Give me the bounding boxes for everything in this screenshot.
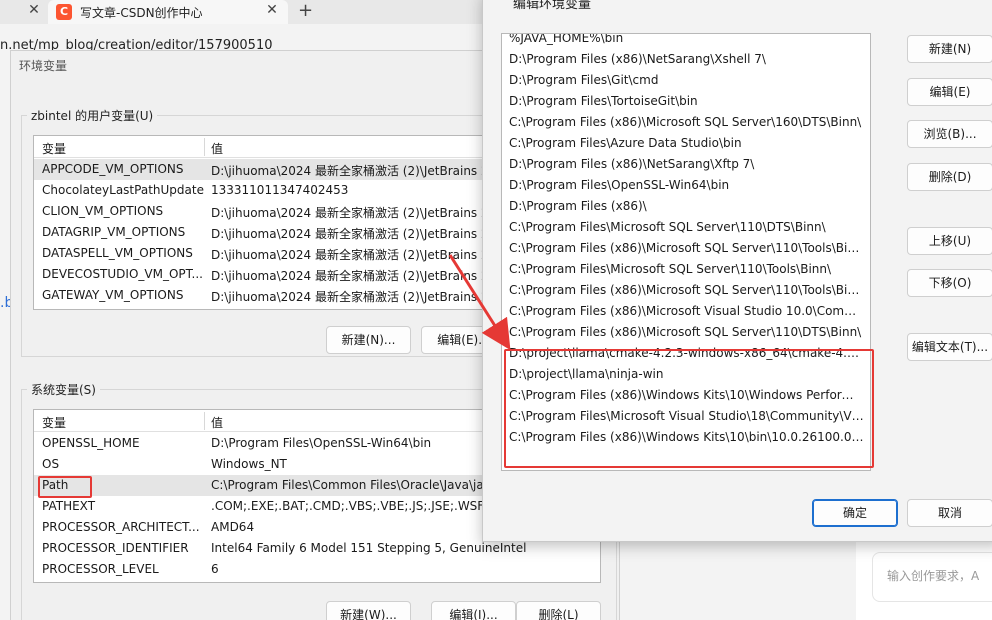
delete-entry-button[interactable]: 删除(D) [907, 163, 992, 191]
path-entry[interactable]: D:\Program Files\TortoiseGit\bin [509, 94, 864, 115]
ok-button[interactable]: 确定 [812, 499, 898, 527]
path-highlight-box [38, 476, 92, 498]
path-entry[interactable]: D:\Program Files (x86)\ [509, 199, 864, 220]
user-variables-legend: zbintel 的用户变量(U) [27, 107, 158, 124]
browse-button[interactable]: 浏览(B)... [907, 120, 992, 148]
path-entry[interactable]: C:\Program Files (x86)\Microsoft SQL Ser… [509, 325, 864, 346]
path-entry[interactable]: %JAVA_HOME%\bin [509, 34, 864, 52]
path-entry[interactable]: C:\Program Files\Microsoft SQL Server\11… [509, 262, 864, 283]
prompt-input[interactable]: 输入创作要求，A [872, 552, 992, 602]
variable-name: GATEWAY_VM_OPTIONS [42, 288, 184, 302]
path-entry[interactable]: C:\Program Files (x86)\Microsoft SQL Ser… [509, 241, 864, 262]
variable-value: 133311011347402453 [211, 183, 349, 197]
variable-name: OPENSSL_HOME [42, 436, 140, 450]
path-entry[interactable]: D:\Program Files (x86)\NetSarang\Xftp 7\ [509, 157, 864, 178]
variable-value: D:\jihuoma\2024 最新全家桶激活 (2)\JetBrains 2 [211, 227, 489, 241]
variable-value: AMD64 [211, 520, 255, 534]
variable-value: 6 [211, 562, 219, 576]
column-separator [204, 412, 205, 430]
variable-name: DATAGRIP_VM_OPTIONS [42, 225, 186, 239]
edit-text-button[interactable]: 编辑文本(T)... [907, 333, 992, 361]
variable-value: D:\jihuoma\2024 最新全家桶激活 (2)\JetBrains 2 [211, 164, 489, 178]
move-up-button[interactable]: 上移(U) [907, 227, 992, 255]
tab-title: 写文章-CSDN创作中心 [80, 6, 203, 20]
table-row[interactable]: PROCESSOR_LEVEL 6 [34, 559, 600, 580]
path-entry[interactable]: C:\Program Files (x86)\Microsoft Visual … [509, 304, 864, 325]
system-edit-button[interactable]: 编辑(I)... [431, 601, 516, 620]
column-separator [204, 138, 205, 156]
column-header-variable[interactable]: 变量 [42, 140, 66, 157]
new-tab-icon[interactable]: + [298, 0, 313, 21]
path-entry[interactable]: D:\Program Files\OpenSSL-Win64\bin [509, 178, 864, 199]
new-entry-button[interactable]: 新建(N) [907, 35, 992, 63]
variable-value: Intel64 Family 6 Model 151 Stepping 5, G… [211, 541, 527, 555]
variable-value: D:\jihuoma\2024 最新全家桶激活 (2)\JetBrains 2 [211, 290, 489, 304]
dialog-title: 环境变量 [19, 59, 68, 73]
column-header-value[interactable]: 值 [211, 414, 223, 431]
path-entry[interactable]: C:\Program Files (x86)\Microsoft SQL Ser… [509, 115, 864, 136]
variable-name: PROCESSOR_LEVEL [42, 562, 159, 576]
variable-name: OS [42, 457, 60, 471]
close-tab-icon[interactable]: ✕ [262, 2, 282, 18]
path-entry[interactable]: C:\Program Files (x86)\Microsoft SQL Ser… [509, 283, 864, 304]
column-header-variable[interactable]: 变量 [42, 414, 66, 431]
system-delete-button[interactable]: 删除(L) [516, 601, 601, 620]
system-new-button[interactable]: 新建(W)... [326, 601, 411, 620]
path-entry[interactable]: D:\Program Files (x86)\NetSarang\Xshell … [509, 52, 864, 73]
variable-value: D:\Program Files\OpenSSL-Win64\bin [211, 436, 432, 450]
system-variables-legend: 系统变量(S) [27, 381, 100, 398]
new-paths-highlight-box [504, 349, 874, 468]
move-down-button[interactable]: 下移(O) [907, 269, 992, 297]
browser-tab-csdn[interactable]: C 写文章-CSDN创作中心 ✕ [48, 0, 288, 24]
csdn-logo-icon: C [56, 4, 72, 20]
variable-value: D:\jihuoma\2024 最新全家桶激活 (2)\JetBrains 2 [211, 269, 489, 283]
edit-entry-button[interactable]: 编辑(E) [907, 78, 992, 106]
close-tab-icon[interactable]: ✕ [24, 2, 44, 18]
variable-name: ChocolateyLastPathUpdate [42, 183, 204, 197]
variable-value: D:\jihuoma\2024 最新全家桶激活 (2)\JetBrains 2 [211, 248, 489, 262]
path-entry[interactable]: C:\Program Files\Microsoft SQL Server\11… [509, 220, 864, 241]
variable-name: PROCESSOR_ARCHITECT... [42, 520, 200, 534]
edit-env-variable-dialog: 编辑环境变量 %JAVA_HOME%\bin D:\Program Files (… [482, 0, 992, 542]
variable-value: .COM;.EXE;.BAT;.CMD;.VBS;.VBE;.JS;.JSE;.… [211, 499, 504, 513]
variable-value: Windows_NT [211, 457, 287, 471]
user-new-button[interactable]: 新建(N)... [326, 326, 411, 354]
variable-name: CLION_VM_OPTIONS [42, 204, 164, 218]
variable-name: DATASPELL_VM_OPTIONS [42, 246, 193, 260]
dialog-title: 编辑环境变量 [513, 0, 592, 12]
variable-name: DEVECOSTUDIO_VM_OPT... [42, 267, 203, 281]
prompt-placeholder: 输入创作要求，A [887, 569, 980, 583]
variable-name: APPCODE_VM_OPTIONS [42, 162, 184, 176]
variable-value: D:\jihuoma\2024 最新全家桶激活 (2)\JetBrains 2 [211, 206, 489, 220]
cancel-button[interactable]: 取消 [907, 499, 992, 527]
path-entry[interactable]: C:\Program Files\Azure Data Studio\bin [509, 136, 864, 157]
column-header-value[interactable]: 值 [211, 140, 223, 157]
variable-name: PATHEXT [42, 499, 96, 513]
path-entry[interactable]: D:\Program Files\Git\cmd [509, 73, 864, 94]
variable-value: C:\Program Files\Common Files\Oracle\Jav… [211, 478, 484, 492]
variable-name: PROCESSOR_IDENTIFIER [42, 541, 189, 555]
